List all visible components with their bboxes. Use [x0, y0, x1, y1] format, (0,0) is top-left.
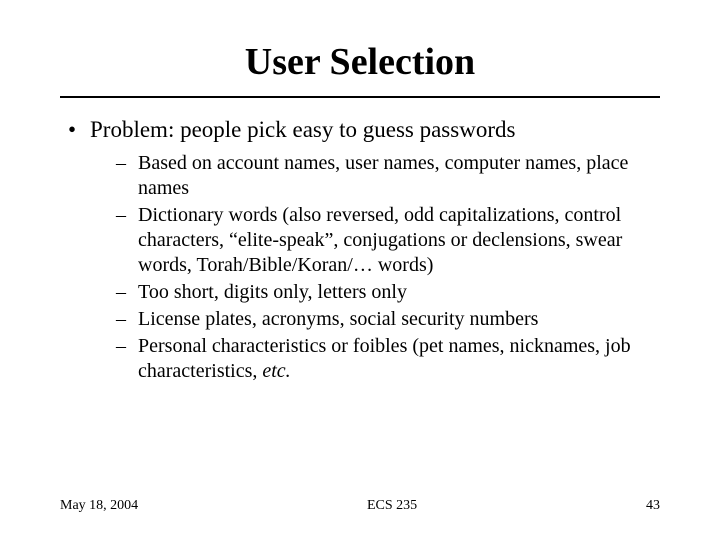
- bullet-text: Problem: people pick easy to guess passw…: [90, 117, 515, 142]
- sub-bullet-text-prefix: Personal characteristics or foibles (pet…: [138, 335, 631, 382]
- bullet-list-level1: Problem: people pick easy to guess passw…: [60, 116, 660, 384]
- footer-date: May 18, 2004: [60, 498, 138, 514]
- sub-bullet-item: Dictionary words (also reversed, odd cap…: [116, 203, 660, 278]
- sub-bullet-text: Too short, digits only, letters only: [138, 281, 407, 303]
- sub-bullet-text: Based on account names, user names, comp…: [138, 152, 628, 199]
- sub-bullet-item: Too short, digits only, letters only: [116, 280, 660, 305]
- footer-page: 43: [646, 498, 660, 514]
- slide-title: User Selection: [60, 40, 660, 84]
- sub-bullet-item: Based on account names, user names, comp…: [116, 151, 660, 201]
- bullet-item: Problem: people pick easy to guess passw…: [68, 116, 660, 384]
- footer-course: ECS 235: [367, 498, 417, 514]
- title-divider: [60, 96, 660, 98]
- sub-bullet-item: Personal characteristics or foibles (pet…: [116, 334, 660, 384]
- slide-footer: May 18, 2004 ECS 235 43: [60, 498, 660, 514]
- bullet-list-level2: Based on account names, user names, comp…: [90, 151, 660, 384]
- sub-bullet-item: License plates, acronyms, social securit…: [116, 307, 660, 332]
- slide: User Selection Problem: people pick easy…: [0, 0, 720, 540]
- sub-bullet-text: License plates, acronyms, social securit…: [138, 308, 538, 330]
- sub-bullet-text: Dictionary words (also reversed, odd cap…: [138, 204, 622, 276]
- sub-bullet-text-italic: etc.: [262, 360, 290, 382]
